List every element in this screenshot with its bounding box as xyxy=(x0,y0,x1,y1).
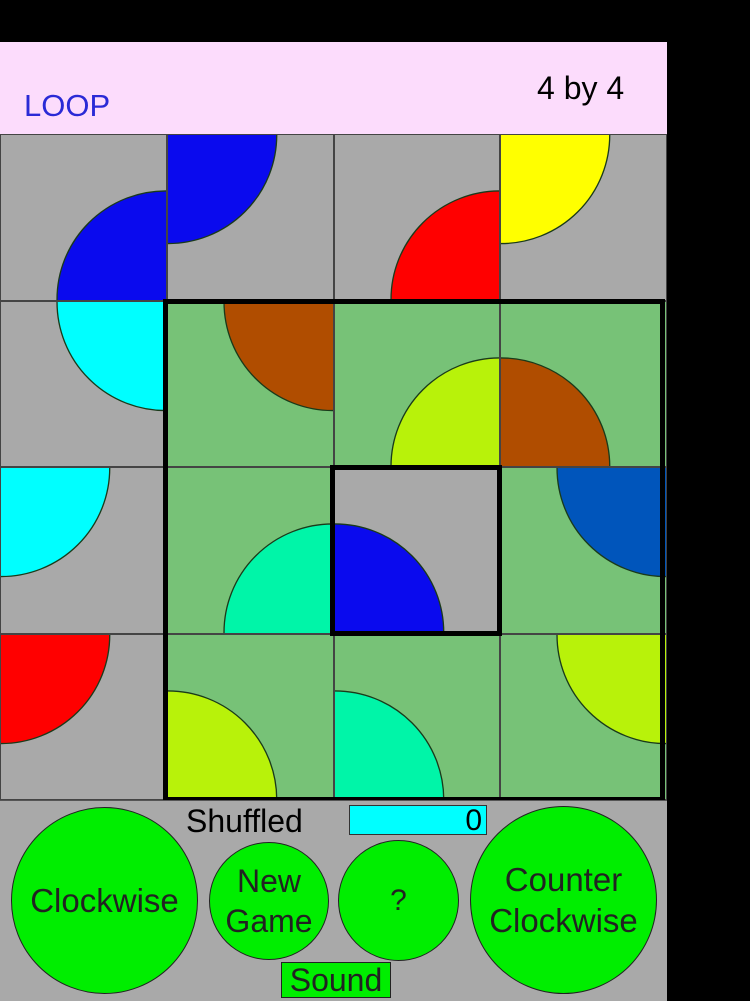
quarter-circle-icon xyxy=(56,301,166,411)
tile-arc xyxy=(1,468,111,578)
board-size-label: 4 by 4 xyxy=(537,70,625,106)
game-title: LOOP xyxy=(24,88,111,123)
quarter-circle-icon xyxy=(167,689,278,799)
tile-r3-c1[interactable] xyxy=(166,633,334,800)
tile-arc xyxy=(167,689,278,799)
quarter-circle-icon xyxy=(167,135,278,245)
quarter-circle-icon xyxy=(1,634,111,744)
game-board xyxy=(0,134,667,802)
tile-arc xyxy=(223,301,333,411)
tile-r2-c3[interactable] xyxy=(500,467,667,634)
quarter-circle-icon xyxy=(223,301,333,411)
tile-arc xyxy=(56,301,166,411)
tile-r1-c2[interactable] xyxy=(333,300,501,467)
tile-r2-c2[interactable] xyxy=(333,467,501,634)
tile-arc xyxy=(56,190,166,300)
tile-r0-c3[interactable] xyxy=(500,134,667,301)
tile-r0-c1[interactable] xyxy=(166,134,334,301)
tile-r3-c3[interactable] xyxy=(500,633,667,800)
tile-r0-c2[interactable] xyxy=(333,134,501,301)
tile-arc xyxy=(167,135,278,245)
tile-arc xyxy=(556,468,666,578)
new-game-button[interactable]: New Game xyxy=(209,842,329,960)
sound-button[interactable]: Sound xyxy=(281,962,391,998)
tile-arc xyxy=(389,190,500,300)
tile-r0-c0[interactable] xyxy=(0,134,167,301)
tile-arc xyxy=(223,523,333,633)
shuffled-counter: 0 xyxy=(349,805,487,836)
loop-game-app: LOOP 4 by 4 Shuffled 0 Clockwise New Gam… xyxy=(0,0,667,1001)
controls-panel: Shuffled 0 Clockwise New Game ? Counter … xyxy=(0,800,667,1001)
quarter-circle-icon xyxy=(389,190,500,300)
quarter-circle-icon xyxy=(389,356,500,466)
tile-arc xyxy=(334,689,444,799)
tile-arc xyxy=(1,634,111,744)
tile-r1-c0[interactable] xyxy=(0,300,167,467)
tile-arc xyxy=(556,634,666,744)
tile-r3-c2[interactable] xyxy=(333,633,501,800)
shuffled-label: Shuffled xyxy=(186,803,303,839)
tile-r2-c0[interactable] xyxy=(0,467,167,634)
quarter-circle-icon xyxy=(56,190,166,300)
tile-r3-c0[interactable] xyxy=(0,633,167,800)
quarter-circle-icon xyxy=(556,634,666,744)
quarter-circle-icon xyxy=(501,356,611,466)
quarter-circle-icon xyxy=(334,523,444,633)
tile-arc xyxy=(389,356,500,466)
tile-arc xyxy=(501,135,611,245)
tile-r1-c1[interactable] xyxy=(166,300,334,467)
tile-arc xyxy=(501,356,611,466)
quarter-circle-icon xyxy=(334,689,444,799)
header-bar: LOOP 4 by 4 xyxy=(0,42,667,134)
quarter-circle-icon xyxy=(501,135,611,245)
tile-r1-c3[interactable] xyxy=(500,300,667,467)
counter-clockwise-button[interactable]: Counter Clockwise xyxy=(470,806,657,994)
tile-arc xyxy=(334,523,444,633)
quarter-circle-icon xyxy=(1,468,111,578)
clockwise-button[interactable]: Clockwise xyxy=(11,807,198,994)
tile-r2-c1[interactable] xyxy=(166,467,334,634)
help-button[interactable]: ? xyxy=(338,840,459,961)
quarter-circle-icon xyxy=(223,523,333,633)
quarter-circle-icon xyxy=(556,468,666,578)
